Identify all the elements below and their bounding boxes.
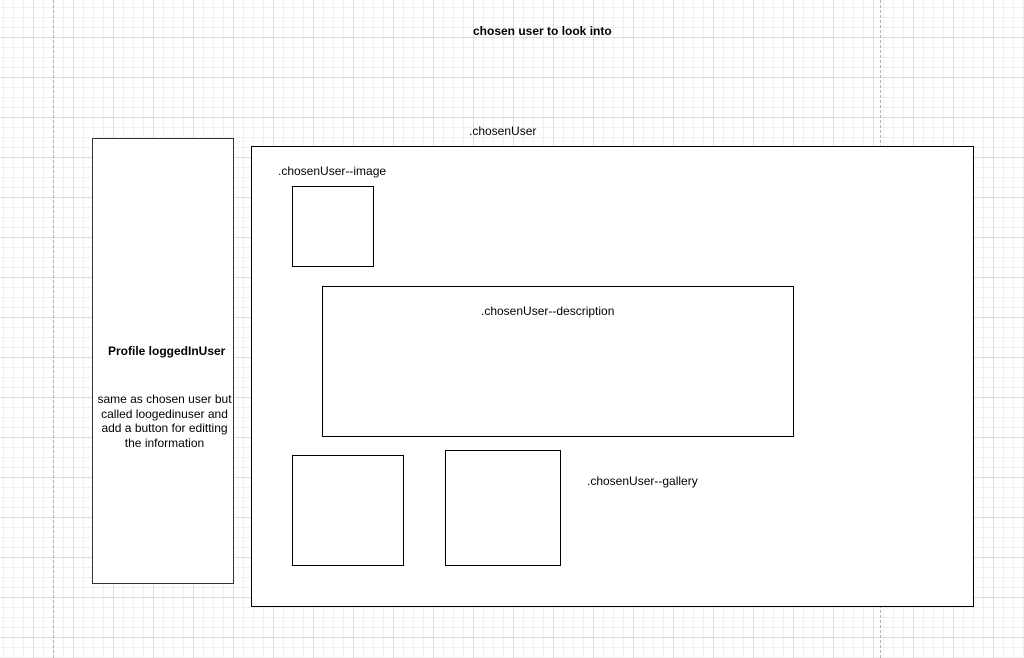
diagram-title: chosen user to look into xyxy=(473,24,612,38)
chosen-user-gallery-label: .chosenUser--gallery xyxy=(587,474,698,488)
gallery-box-1[interactable] xyxy=(292,455,404,566)
profile-panel-title: Profile loggedInUser xyxy=(108,344,226,358)
profile-panel-note: same as chosen user but called loogedinu… xyxy=(97,392,232,450)
chosen-user-label: .chosenUser xyxy=(469,124,537,138)
guide-line-left xyxy=(53,0,54,658)
gallery-box-2[interactable] xyxy=(445,450,561,566)
profile-panel[interactable] xyxy=(92,138,234,584)
chosen-user-image-label: .chosenUser--image xyxy=(278,164,387,178)
chosen-user-image-box[interactable] xyxy=(292,186,374,267)
chosen-user-description-label: .chosenUser--description xyxy=(481,304,615,318)
